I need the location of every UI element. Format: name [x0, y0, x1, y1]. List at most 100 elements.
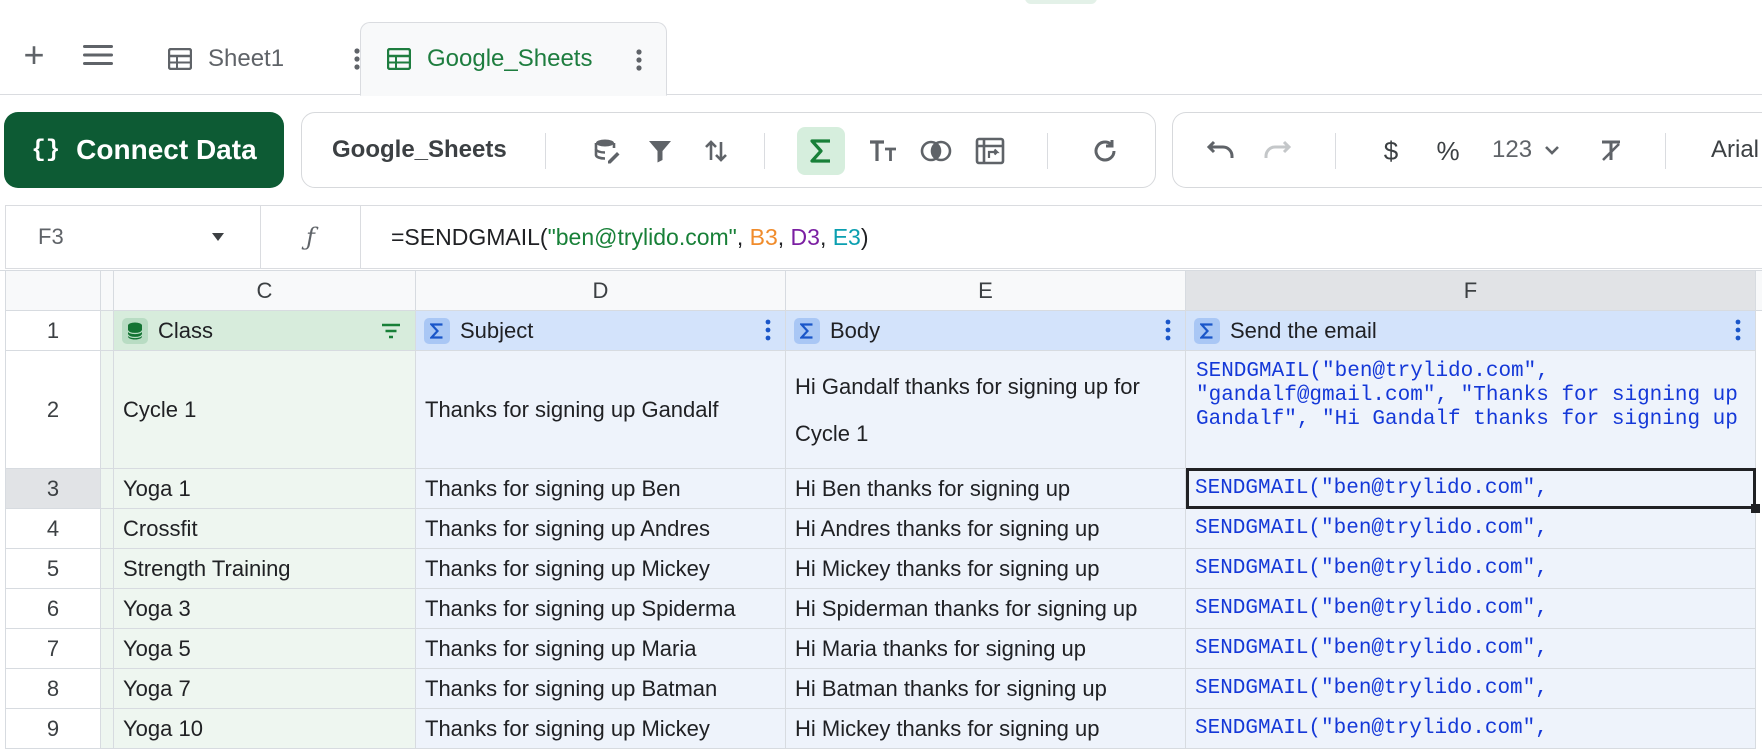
tab-label: Google_Sheets — [427, 45, 593, 72]
column-header-g[interactable] — [1756, 271, 1762, 311]
table-cell[interactable]: Thanks for signing up Gandalf — [416, 351, 786, 469]
row-header[interactable]: 6 — [5, 589, 101, 629]
table-cell[interactable]: SENDGMAIL("ben@trylido.com", "gandalf@gm… — [1186, 351, 1756, 469]
undo-icon[interactable] — [1203, 133, 1239, 169]
table-cell[interactable]: Hi Maria thanks for signing up — [786, 629, 1186, 669]
chevron-down-icon — [1545, 146, 1559, 155]
row-header[interactable]: 8 — [5, 669, 101, 709]
table-cell[interactable]: SENDGMAIL("ben@trylido.com", — [1186, 589, 1756, 629]
sort-icon[interactable] — [698, 133, 734, 169]
table-cell[interactable]: Yoga 7 — [114, 669, 416, 709]
table-cell[interactable]: Yoga 10 — [114, 709, 416, 749]
table-cell[interactable]: Thanks for signing up Ben — [416, 469, 786, 509]
formula-bar: F3 ƒ =SENDGMAIL("ben@trylido.com", B3, D… — [5, 205, 1762, 269]
pivot-icon[interactable] — [972, 133, 1008, 169]
table-cell[interactable]: SENDGMAIL("ben@trylido.com", — [1186, 669, 1756, 709]
table-cell[interactable]: SENDGMAIL("ben@trylido.com", — [1186, 629, 1756, 669]
table-cell[interactable]: Hi Ben thanks for signing up — [786, 469, 1186, 509]
column-filter-icon[interactable] — [381, 323, 401, 339]
row-header[interactable]: 2 — [5, 351, 101, 469]
spreadsheet-grid: C D E F 1 Class Subject Body Send the em… — [0, 270, 1762, 750]
text-size-icon[interactable] — [865, 133, 901, 169]
refresh-icon[interactable] — [1087, 133, 1123, 169]
table-cell[interactable]: Hi Batman thanks for signing up — [786, 669, 1186, 709]
add-sheet-button[interactable]: + — [16, 34, 52, 75]
column-header-b[interactable] — [101, 271, 114, 311]
column-title-send-email[interactable]: Send the email — [1186, 311, 1756, 351]
database-edit-icon[interactable] — [589, 133, 625, 169]
sigma-icon — [424, 317, 450, 344]
data-source-name[interactable]: Google_Sheets — [332, 113, 507, 187]
percent-icon[interactable]: % — [1430, 133, 1466, 169]
column-title-class[interactable]: Class — [114, 311, 416, 351]
number-format-dropdown[interactable]: 123 — [1492, 113, 1560, 187]
all-sheets-menu-button[interactable] — [80, 38, 116, 72]
table-cell[interactable]: Hi Andres thanks for signing up — [786, 509, 1186, 549]
table-cell[interactable]: Thanks for signing up Mickey — [416, 709, 786, 749]
table-cell[interactable]: Hi Spiderman thanks for signing up — [786, 589, 1186, 629]
table-cell[interactable]: SENDGMAIL("ben@trylido.com", — [1186, 709, 1756, 749]
table-cell[interactable]: Hi Gandalf thanks for signing up for Cyc… — [786, 351, 1186, 469]
fill-handle[interactable] — [1751, 504, 1760, 513]
database-icon — [122, 317, 148, 344]
table-cell[interactable]: Cycle 1 — [114, 351, 416, 469]
column-header-d[interactable]: D — [416, 271, 786, 311]
table-cell[interactable]: Crossfit — [114, 509, 416, 549]
redo-icon[interactable] — [1259, 133, 1295, 169]
tab-sheet1[interactable]: Sheet1 — [168, 22, 360, 96]
column-header-c[interactable]: C — [114, 271, 416, 311]
column-menu-icon[interactable] — [1735, 319, 1741, 341]
currency-icon[interactable]: $ — [1373, 133, 1409, 169]
table-cell[interactable]: Thanks for signing up Batman — [416, 669, 786, 709]
name-box[interactable]: F3 — [6, 206, 261, 268]
tab-google-sheets[interactable]: Google_Sheets — [360, 22, 667, 96]
table-cell[interactable]: Yoga 5 — [114, 629, 416, 669]
formula-input[interactable]: =SENDGMAIL("ben@trylido.com", B3, D3, E3… — [391, 206, 869, 268]
row-header[interactable]: 3 — [5, 469, 101, 509]
caret-down-icon — [212, 233, 224, 241]
function-icon: ƒ — [261, 206, 361, 268]
table-cell[interactable]: Yoga 1 — [114, 469, 416, 509]
row-header[interactable]: 5 — [5, 549, 101, 589]
column-menu-icon[interactable] — [765, 319, 771, 341]
cell-reference: F3 — [38, 224, 64, 249]
tab-menu-icon[interactable] — [636, 49, 642, 71]
sigma-icon[interactable] — [797, 127, 845, 175]
connect-data-button[interactable]: {} Connect Data — [4, 112, 284, 188]
row-header[interactable]: 4 — [5, 509, 101, 549]
row-header[interactable]: 1 — [5, 311, 101, 351]
merge-icon[interactable] — [918, 133, 954, 169]
row-header[interactable]: 9 — [5, 709, 101, 749]
data-toolbar-group: Google_Sheets — [301, 112, 1156, 188]
sigma-icon — [794, 317, 820, 344]
column-title-body[interactable]: Body — [786, 311, 1186, 351]
table-cell[interactable]: SENDGMAIL("ben@trylido.com", — [1186, 509, 1756, 549]
table-cell[interactable]: Hi Mickey thanks for signing up — [786, 549, 1186, 589]
sheet-tab-bar: + Sheet1 Google_Sheets — [0, 0, 1762, 96]
connect-data-label: Connect Data — [76, 134, 257, 165]
table-cell[interactable]: Thanks for signing up Andres — [416, 509, 786, 549]
filter-icon[interactable] — [642, 133, 678, 169]
table-cell[interactable]: SENDGMAIL("ben@trylido.com", — [1186, 469, 1756, 509]
table-cell[interactable]: Strength Training — [114, 549, 416, 589]
tab-label: Sheet1 — [208, 45, 285, 72]
column-header-f[interactable]: F — [1186, 271, 1756, 311]
format-toolbar-group: $ % 123 Arial — [1172, 112, 1762, 188]
plus-icon: + — [23, 34, 45, 75]
hamburger-icon — [83, 45, 113, 65]
font-name-dropdown[interactable]: Arial — [1711, 113, 1759, 187]
sigma-icon — [1194, 317, 1220, 344]
table-cell[interactable]: Thanks for signing up Mickey — [416, 549, 786, 589]
clear-format-icon[interactable] — [1593, 133, 1629, 169]
column-menu-icon[interactable] — [1165, 319, 1171, 341]
table-cell[interactable]: SENDGMAIL("ben@trylido.com", — [1186, 549, 1756, 589]
table-cell[interactable]: Yoga 3 — [114, 589, 416, 629]
table-icon — [387, 48, 411, 70]
corner-header[interactable] — [5, 271, 101, 311]
column-title-subject[interactable]: Subject — [416, 311, 786, 351]
table-cell[interactable]: Thanks for signing up Maria — [416, 629, 786, 669]
table-cell[interactable]: Hi Mickey thanks for signing up — [786, 709, 1186, 749]
row-header[interactable]: 7 — [5, 629, 101, 669]
table-cell[interactable]: Thanks for signing up Spiderma — [416, 589, 786, 629]
column-header-e[interactable]: E — [786, 271, 1186, 311]
